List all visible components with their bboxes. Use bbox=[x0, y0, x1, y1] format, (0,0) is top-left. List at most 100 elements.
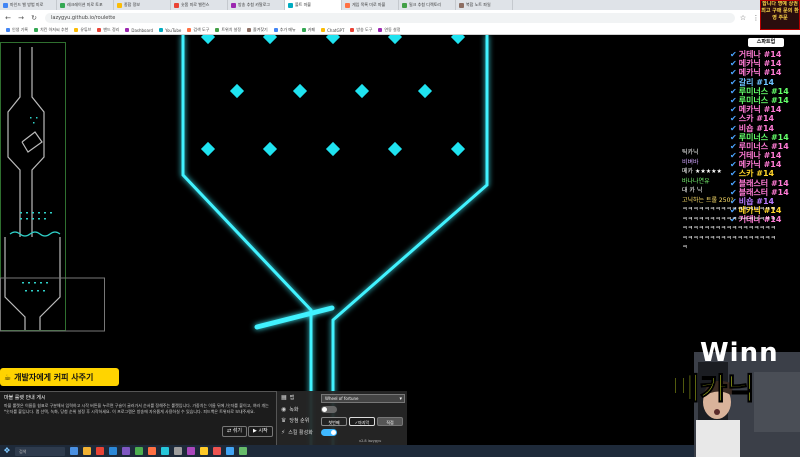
record-label: 녹화 bbox=[289, 407, 299, 413]
browser-tab[interactable]: 밀크 추첨 디렉토리 bbox=[399, 0, 456, 10]
browser-tab[interactable]: 레크레이션 미로 토포 bbox=[57, 0, 114, 10]
tab-favicon-icon bbox=[402, 2, 407, 8]
bookmark-favicon-icon bbox=[97, 28, 102, 32]
entry-chat-line: ✔ 루미너스 #14 bbox=[730, 133, 800, 142]
chat-message: 고닉하는 트롤 250? bbox=[682, 196, 734, 204]
map-select[interactable]: Wheel of fortune ▾ bbox=[321, 394, 405, 403]
bookmark-item[interactable]: YouTube bbox=[159, 28, 181, 33]
chat-message: 대 카 닉 bbox=[682, 187, 703, 194]
browser-tab-label: 게임 목록 미로 마블 bbox=[352, 2, 386, 7]
map-row: ▦ 맵 bbox=[281, 394, 294, 401]
rank-first-button[interactable]: 첫번째 bbox=[321, 417, 347, 426]
buy-coffee-button[interactable]: ☕ 개발자에게 커피 사주기 bbox=[0, 368, 119, 386]
tab-favicon-icon bbox=[231, 2, 236, 8]
bookmark-item[interactable]: 트위치 설정 bbox=[215, 27, 241, 33]
record-toggle[interactable] bbox=[321, 406, 337, 413]
app-icon[interactable] bbox=[174, 447, 182, 455]
browser-tab[interactable]: 복합 노트 파일 bbox=[456, 0, 513, 10]
webcam-body bbox=[696, 420, 740, 457]
task-view-icon[interactable] bbox=[70, 447, 78, 455]
peg-diamond bbox=[387, 35, 403, 45]
browser-tab[interactable]: 방송 추첨 카탈로그 bbox=[228, 0, 285, 10]
forward-icon[interactable]: → bbox=[16, 13, 26, 23]
bookmark-item[interactable]: 카페 bbox=[301, 27, 315, 33]
app-icon[interactable] bbox=[239, 447, 247, 455]
bookmark-favicon-icon bbox=[321, 28, 326, 32]
bookmark-item[interactable]: 유튜브 bbox=[74, 27, 91, 33]
bookmark-label: 유튜브 bbox=[80, 27, 92, 32]
bookmark-favicon-icon bbox=[301, 28, 306, 32]
browser-tab[interactable]: 종합 정보 bbox=[114, 0, 171, 10]
bookmark-item[interactable]: 방송 도구 bbox=[350, 27, 372, 33]
rotating-bar[interactable] bbox=[254, 305, 335, 330]
entry-chat-line: ✔ 스카 #14 bbox=[730, 114, 800, 123]
bookmark-item[interactable]: 인생 기록 bbox=[6, 27, 28, 33]
browser-tab[interactable]: 마인드 밸 방법 미로 bbox=[0, 0, 57, 10]
peg-diamond bbox=[450, 141, 466, 157]
sponsor-ad: 합니다 명예 상권 최고 구매 문의 환영 주문 bbox=[760, 0, 800, 30]
app-icon[interactable] bbox=[200, 447, 208, 455]
tab-favicon-icon bbox=[60, 2, 65, 8]
chrome-icon[interactable] bbox=[96, 447, 104, 455]
shuffle-icon: ⇄ bbox=[227, 428, 232, 434]
back-icon[interactable]: ← bbox=[3, 13, 13, 23]
bookmark-favicon-icon bbox=[159, 28, 164, 32]
reload-icon[interactable]: ↻ bbox=[29, 13, 39, 23]
skill-toggle[interactable] bbox=[321, 429, 337, 436]
winner-name-text: 메카닉 bbox=[672, 372, 756, 408]
bookmark-item[interactable]: 즐겨찾기 bbox=[247, 27, 268, 33]
app-icon[interactable] bbox=[161, 447, 169, 455]
start-button[interactable]: ▶ 시작 bbox=[248, 426, 273, 437]
browser-tab-label: 레크레이션 미로 토포 bbox=[67, 2, 103, 7]
bookmark-item[interactable]: 밴드 정리 bbox=[97, 27, 119, 33]
app-icon[interactable] bbox=[187, 447, 195, 455]
app-icon[interactable] bbox=[148, 447, 156, 455]
app-icon[interactable] bbox=[135, 447, 143, 455]
entry-count: #14 bbox=[763, 50, 782, 59]
file-explorer-icon[interactable] bbox=[83, 447, 91, 455]
bookmark-label: 추가 메뉴 bbox=[279, 27, 296, 32]
bookmark-favicon-icon bbox=[350, 28, 355, 32]
entry-chat-line: ✔ 비숍 #14 bbox=[730, 124, 800, 133]
funnel-wall-left bbox=[181, 35, 313, 445]
app-icon[interactable] bbox=[213, 447, 221, 455]
url-input[interactable]: lazygyu.github.io/roulette bbox=[45, 13, 735, 23]
browser-tab[interactable]: 게임 목록 미로 마블 bbox=[342, 0, 399, 10]
shuffle-button[interactable]: ⇄ 섞기 bbox=[222, 426, 247, 437]
tab-favicon-icon bbox=[288, 2, 293, 8]
app-icon[interactable] bbox=[226, 447, 234, 455]
peg-diamond bbox=[354, 83, 370, 99]
browser-tab-label: 숏폼 미로 밸런스 bbox=[181, 2, 210, 7]
edge-icon[interactable] bbox=[109, 447, 117, 455]
peg-grid bbox=[200, 35, 466, 157]
bookmark-favicon-icon bbox=[273, 28, 278, 32]
bookmark-label: 트위치 설정 bbox=[221, 27, 241, 32]
rank-last-button[interactable]: ✓마지막 bbox=[349, 417, 375, 426]
check-icon: ✔ bbox=[730, 86, 737, 96]
check-icon: ✔ bbox=[730, 50, 737, 59]
bookmark-item[interactable]: Dashboard bbox=[125, 28, 153, 33]
twitch-icon[interactable] bbox=[122, 447, 130, 455]
entry-chat-line: ✔ 갈리 #14 bbox=[730, 78, 800, 87]
bookmark-item[interactable]: 추가 메뉴 bbox=[273, 27, 296, 33]
browser-tab-label: 마인드 밸 방법 미로 bbox=[10, 2, 44, 7]
browser-tab[interactable]: 숏폼 미로 밸런스 bbox=[171, 0, 228, 10]
taskbar-search-input[interactable]: 검색 bbox=[15, 446, 65, 456]
browser-tab-label: 복합 노트 파일 bbox=[466, 2, 491, 7]
skill-row: ⚡ 스킬 활성화 bbox=[281, 429, 313, 436]
check-icon: ✔ bbox=[730, 77, 737, 87]
bookmark-favicon-icon bbox=[125, 28, 130, 32]
bookmark-label: 검색 도구 bbox=[193, 27, 210, 32]
rank-custom-button[interactable]: 직접 bbox=[377, 417, 403, 426]
browser-tab[interactable]: 볼트 마블 bbox=[285, 0, 342, 10]
bookmark-item[interactable]: ChatGPT bbox=[321, 28, 344, 33]
entry-chat-line: ✔ 메카닉 #14 bbox=[730, 59, 800, 68]
bookmark-item[interactable]: 연동 설정 bbox=[378, 27, 400, 33]
bookmark-item[interactable]: 검색 도구 bbox=[187, 27, 209, 33]
bookmark-item[interactable]: 치킨 아저씨 추천 bbox=[34, 27, 68, 33]
chat-message: 바나나연유 bbox=[682, 177, 710, 185]
minimap[interactable] bbox=[0, 42, 105, 332]
windows-start-icon[interactable]: ❖ bbox=[2, 446, 12, 456]
tab-favicon-icon bbox=[117, 2, 122, 8]
bookmark-star-icon[interactable]: ☆ bbox=[738, 13, 748, 23]
